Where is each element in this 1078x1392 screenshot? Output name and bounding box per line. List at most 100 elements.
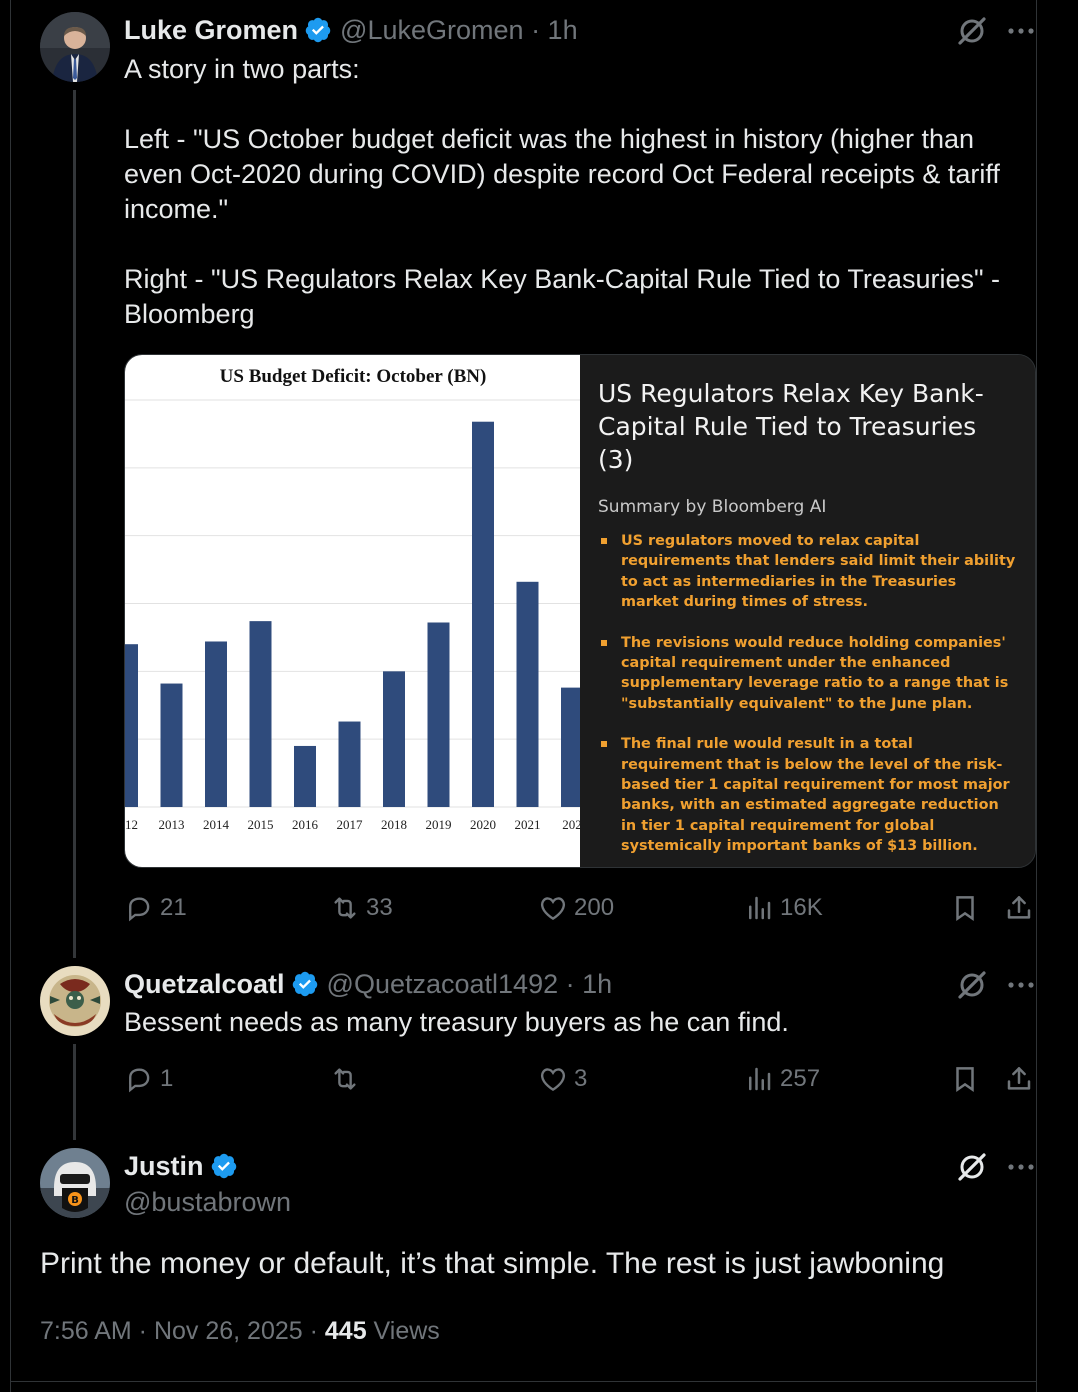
tweet-actions: 1 3 257 — [124, 1059, 1036, 1099]
text-line: even Oct-2020 during COVID) despite reco… — [124, 159, 1000, 189]
x-tick-label: 2018 — [381, 817, 407, 832]
thread-line — [73, 1044, 76, 1140]
view-count: 257 — [780, 1065, 821, 1092]
thread-line — [73, 90, 76, 958]
bar-2012 — [125, 644, 138, 807]
repost-icon — [334, 1068, 356, 1090]
verified-badge-icon — [304, 16, 332, 44]
tweet-text: Bessent needs as many treasury buyers as… — [124, 1007, 789, 1037]
like-count: 200 — [574, 894, 615, 921]
tweet-text: A story in two parts: Left - "US October… — [124, 52, 1024, 332]
tweet-media[interactable]: 12 2013 2014 2015 2016 2017 2018 2019 2020 2021 20… — [124, 354, 1036, 868]
tweet-header: Quetzalcoatl @Quetzacoatl1492 · 1h — [124, 966, 612, 1002]
summary-label: Summary by Bloomberg AI — [598, 497, 827, 517]
avatar[interactable]: B — [40, 1148, 110, 1218]
handle[interactable]: @LukeGromen · 1h — [340, 15, 578, 46]
display-name[interactable]: Quetzalcoatl — [124, 969, 285, 1000]
views-count: 445 — [324, 1317, 367, 1345]
x-tick-label: 12 — [125, 817, 138, 832]
tweet-actions: 21 33 200 16K — [124, 888, 1036, 928]
bloomberg-article-panel: US Regulators Relax Key Bank-Capital Rul… — [580, 355, 1035, 867]
reply-button[interactable]: 21 — [124, 888, 187, 928]
handle[interactable]: @bustabrown — [124, 1187, 291, 1218]
grok-icon[interactable] — [955, 1150, 989, 1184]
verified-badge-icon — [291, 970, 319, 998]
views-button[interactable]: 16K — [744, 888, 823, 928]
bookmark-icon — [956, 896, 974, 922]
x-tick-label: 2021 — [515, 817, 541, 832]
bar-2020 — [472, 421, 494, 807]
views-label: Views — [366, 1317, 440, 1345]
like-button[interactable]: 200 — [538, 888, 614, 928]
bar-2019 — [427, 622, 450, 807]
analytics-icon — [749, 896, 771, 920]
article-headline: US Regulators Relax Key Bank-Capital Rul… — [598, 379, 984, 474]
text-line: Left - "US October budget deficit was th… — [124, 124, 975, 154]
text-line: income." — [124, 194, 229, 224]
x-tick-label: 2017 — [337, 817, 364, 832]
display-name[interactable]: Luke Gromen — [124, 15, 298, 46]
tweet-time: · 1h — [565, 968, 613, 999]
like-button[interactable]: 3 — [538, 1059, 587, 1099]
bar-2015 — [249, 621, 272, 807]
bar-2016 — [294, 745, 316, 807]
more-options-icon[interactable] — [1004, 968, 1038, 1002]
reply-icon — [129, 897, 150, 922]
tweet-header: Luke Gromen @LukeGromen · 1h — [124, 12, 578, 48]
main-tweet-text: Print the money or default, it’s that si… — [40, 1247, 945, 1280]
repost-button[interactable] — [330, 1059, 366, 1099]
view-count: 16K — [780, 894, 823, 921]
bar-2013 — [160, 683, 183, 807]
bookmark-icon — [956, 1067, 974, 1093]
x-tick-label: 2019 — [426, 817, 452, 832]
share-button[interactable] — [1004, 1059, 1034, 1099]
reply-count: 21 — [160, 894, 187, 921]
x-tick-label: 2020 — [470, 817, 496, 832]
verified-badge-icon — [210, 1152, 238, 1180]
x-tick-label: 202 — [562, 817, 580, 832]
display-name[interactable]: Justin — [124, 1151, 204, 1182]
bar-2018 — [383, 671, 405, 807]
share-icon — [1007, 1067, 1031, 1090]
summary-bullet: The revisions would reduce holding compa… — [598, 633, 1018, 715]
tweet-time: · 1h — [531, 14, 578, 45]
repost-count: 33 — [366, 894, 393, 921]
summary-list: US regulators moved to relax capital req… — [598, 531, 1018, 867]
x-tick-label: 2014 — [203, 817, 230, 832]
share-icon — [1007, 896, 1031, 919]
handle-row: @bustabrown — [124, 1184, 291, 1220]
x-tick-label: 2013 — [159, 817, 185, 832]
grok-icon[interactable] — [955, 14, 989, 48]
handle[interactable]: @Quetzacoatl1492 · 1h — [327, 969, 613, 1000]
budget-deficit-chart: 12 2013 2014 2015 2016 2017 2018 2019 2020 2021 20… — [125, 355, 580, 867]
bar-2022 — [561, 687, 580, 807]
bar-2017 — [338, 721, 361, 807]
repost-button[interactable]: 33 — [330, 888, 393, 928]
bar-2014 — [205, 641, 227, 807]
svg-text:B: B — [71, 1195, 79, 1206]
like-count: 3 — [574, 1065, 588, 1092]
grok-icon[interactable] — [955, 968, 989, 1002]
share-button[interactable] — [1004, 888, 1034, 928]
avatar[interactable] — [40, 966, 110, 1036]
views-button[interactable]: 257 — [744, 1059, 820, 1099]
summary-bullet: The final rule would result in a total r… — [598, 734, 1018, 856]
more-options-icon[interactable] — [1004, 1150, 1038, 1184]
reply-button[interactable]: 1 — [124, 1059, 173, 1099]
chart-title: US Budget Deficit: October (BN) — [220, 366, 487, 387]
tweet-header: Justin — [124, 1148, 238, 1184]
bar-2021 — [516, 581, 539, 807]
bookmark-button[interactable] — [950, 888, 980, 928]
timeline-border-left — [10, 0, 11, 1392]
heart-icon — [540, 897, 566, 921]
heart-icon — [540, 1068, 566, 1092]
bookmark-button[interactable] — [950, 1059, 980, 1099]
tweet-timestamp[interactable]: 7:56 AM · Nov 26, 2025 · 445 Views — [40, 1317, 440, 1346]
avatar[interactable] — [40, 12, 110, 82]
reply-icon — [129, 1068, 150, 1093]
chart-canvas: 12 2013 2014 2015 2016 2017 2018 2019 2020 2021 20… — [125, 366, 580, 832]
more-options-icon[interactable] — [1004, 14, 1038, 48]
x-tick-label: 2015 — [248, 817, 274, 832]
divider — [10, 1381, 1037, 1382]
text-line: A story in two parts: — [124, 54, 360, 84]
